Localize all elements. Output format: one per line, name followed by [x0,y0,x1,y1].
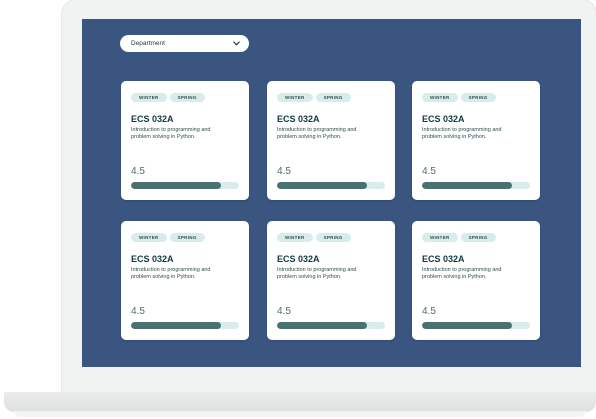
term-tag-spring: SPRING [460,93,496,102]
term-tag-spring: SPRING [315,233,351,242]
course-code: ECS 032A [131,114,174,124]
course-code: ECS 032A [131,254,174,264]
rating-bar [422,182,530,189]
course-description: Introduction to programming and problem … [131,127,211,140]
course-description: Introduction to programming and problem … [131,267,211,280]
term-tags: WINTER SPRING [422,233,496,242]
rating-value: 4.5 [131,166,145,177]
rating-bar-fill [131,322,221,329]
term-tag-winter: WINTER [131,233,167,242]
course-description: Introduction to programming and problem … [277,127,357,140]
term-tag-spring: SPRING [460,233,496,242]
term-tag-winter: WINTER [277,93,313,102]
term-tag-winter: WINTER [277,233,313,242]
rating-bar [277,182,385,189]
rating-bar-fill [422,182,512,189]
app-screen: Department WINTER SPRING ECS 032A Introd… [82,19,581,367]
term-tags: WINTER SPRING [277,93,351,102]
course-code: ECS 032A [277,254,320,264]
rating-bar [277,322,385,329]
laptop-base-shadow [14,411,586,417]
rating-bar-fill [422,322,512,329]
rating-bar [422,322,530,329]
laptop-mockup: Department WINTER SPRING ECS 032A Introd… [0,0,596,419]
course-card[interactable]: WINTER SPRING ECS 032A Introduction to p… [121,81,249,200]
term-tags: WINTER SPRING [131,93,205,102]
laptop-base [4,392,596,412]
course-card[interactable]: WINTER SPRING ECS 032A Introduction to p… [121,221,249,340]
course-card[interactable]: WINTER SPRING ECS 032A Introduction to p… [412,221,540,340]
course-card[interactable]: WINTER SPRING ECS 032A Introduction to p… [267,221,395,340]
term-tags: WINTER SPRING [131,233,205,242]
term-tag-spring: SPRING [169,233,205,242]
term-tags: WINTER SPRING [277,233,351,242]
rating-bar-fill [131,182,221,189]
rating-bar-fill [277,182,367,189]
rating-bar [131,182,239,189]
course-description: Introduction to programming and problem … [422,267,502,280]
term-tags: WINTER SPRING [422,93,496,102]
rating-value: 4.5 [422,306,436,317]
course-card[interactable]: WINTER SPRING ECS 032A Introduction to p… [412,81,540,200]
department-dropdown[interactable]: Department [120,35,249,52]
rating-value: 4.5 [277,166,291,177]
rating-bar [131,322,239,329]
rating-value: 4.5 [277,306,291,317]
term-tag-winter: WINTER [422,93,458,102]
term-tag-winter: WINTER [422,233,458,242]
course-code: ECS 032A [277,114,320,124]
course-description: Introduction to programming and problem … [422,127,502,140]
course-code: ECS 032A [422,114,465,124]
term-tag-spring: SPRING [315,93,351,102]
course-description: Introduction to programming and problem … [277,267,357,280]
rating-value: 4.5 [131,306,145,317]
chevron-down-icon [233,41,240,46]
course-card[interactable]: WINTER SPRING ECS 032A Introduction to p… [267,81,395,200]
department-dropdown-label: Department [131,40,165,47]
term-tag-winter: WINTER [131,93,167,102]
term-tag-spring: SPRING [169,93,205,102]
rating-value: 4.5 [422,166,436,177]
course-code: ECS 032A [422,254,465,264]
rating-bar-fill [277,322,367,329]
